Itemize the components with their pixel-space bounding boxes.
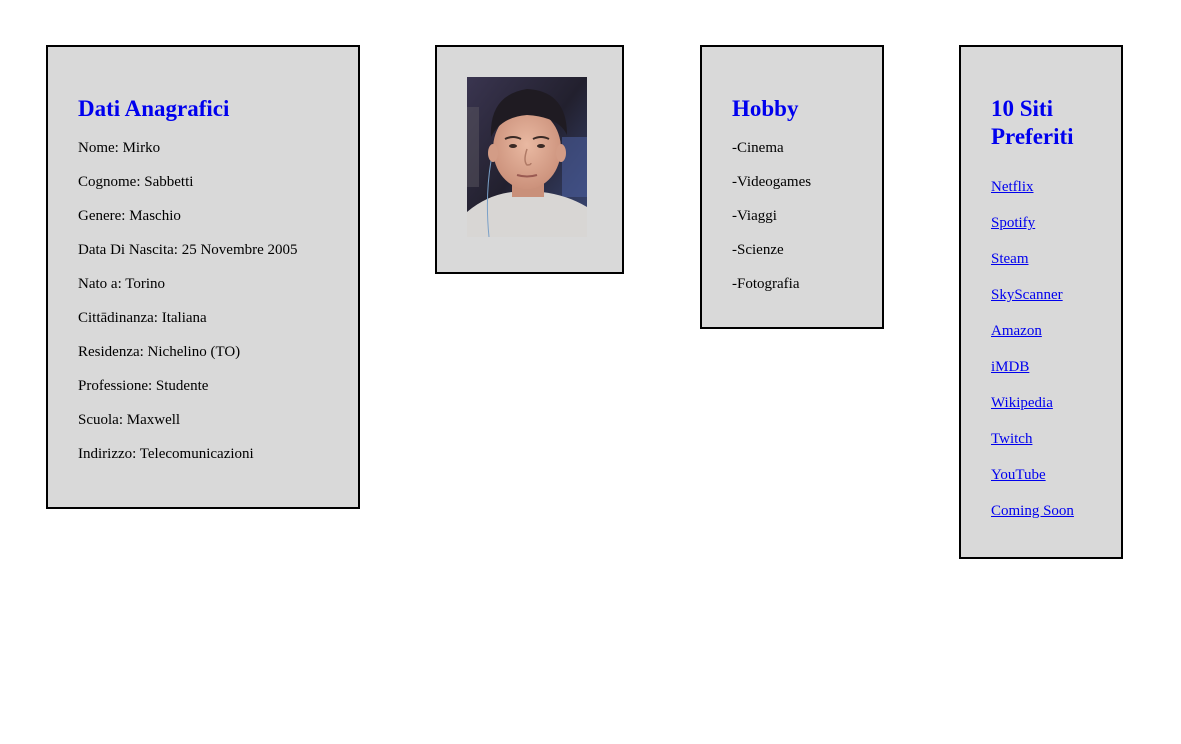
favorite-site-row: Netflix	[991, 178, 1074, 196]
personal-data-birthplace: Nato a: Torino	[78, 276, 165, 292]
link-netflix[interactable]: Netflix	[991, 178, 1034, 196]
link-coming-soon[interactable]: Coming Soon	[991, 502, 1074, 520]
favorite-sites-content: 10 Siti Preferiti Netflix Spotify Steam …	[991, 95, 1074, 520]
link-skyscanner[interactable]: SkyScanner	[991, 286, 1063, 304]
personal-data-content: Dati Anagrafici Nome: Mirko Cognome: Sab…	[78, 95, 298, 463]
favorite-site-row: SkyScanner	[991, 286, 1074, 304]
personal-data-gender: Genere: Maschio	[78, 208, 181, 224]
personal-data-school: Scuola: Maxwell	[78, 412, 181, 428]
link-imdb[interactable]: iMDB	[991, 358, 1029, 376]
favorite-site-row: Amazon	[991, 322, 1074, 340]
link-wikipedia[interactable]: Wikipedia	[991, 394, 1053, 412]
hobby-content: Hobby -Cinema -Videogames -Viaggi -Scien…	[732, 95, 811, 293]
favorite-site-row: Spotify	[991, 214, 1074, 232]
favorite-sites-title: 10 Siti Preferiti	[991, 95, 1074, 151]
link-steam[interactable]: Steam	[991, 250, 1029, 268]
link-youtube[interactable]: YouTube	[991, 466, 1046, 484]
hobby-title: Hobby	[732, 96, 799, 121]
personal-data-title: Dati Anagrafici	[78, 96, 230, 121]
personal-data-citizenship: Cittādinanza: Italiana	[78, 310, 207, 326]
favorite-sites-card: 10 Siti Preferiti Netflix Spotify Steam …	[959, 45, 1123, 559]
personal-data-card: Dati Anagrafici Nome: Mirko Cognome: Sab…	[46, 45, 360, 509]
photo-card	[435, 45, 624, 274]
personal-data-residence: Residenza: Nichelino (TO)	[78, 344, 241, 360]
hobby-item: -Fotografia	[732, 276, 800, 292]
link-twitch[interactable]: Twitch	[991, 430, 1032, 448]
favorite-sites-title-line2: Preferiti	[991, 124, 1074, 149]
favorite-sites-title-line1: 10 Siti	[991, 96, 1053, 121]
personal-data-profession: Professione: Studente	[78, 378, 209, 394]
personal-data-field: Indirizzo: Telecomunicazioni	[78, 446, 254, 462]
hobby-item: -Videogames	[732, 174, 812, 190]
link-spotify[interactable]: Spotify	[991, 214, 1035, 232]
favorite-site-row: Twitch	[991, 430, 1074, 448]
personal-data-name: Nome: Mirko	[78, 140, 161, 156]
profile-photo-illustration	[467, 77, 587, 237]
profile-photo	[467, 77, 587, 237]
hobby-item: -Cinema	[732, 140, 784, 156]
favorite-site-row: Wikipedia	[991, 394, 1074, 412]
hobby-item: -Scienze	[732, 242, 784, 258]
personal-data-birthdate: Data Di Nascita: 25 Novembre 2005	[78, 242, 298, 258]
favorite-site-row: iMDB	[991, 358, 1074, 376]
hobby-item: -Viaggi	[732, 208, 777, 224]
personal-data-surname: Cognome: Sabbetti	[78, 174, 194, 190]
link-amazon[interactable]: Amazon	[991, 322, 1042, 340]
hobby-card: Hobby -Cinema -Videogames -Viaggi -Scien…	[700, 45, 884, 329]
favorite-site-row: YouTube	[991, 466, 1074, 484]
favorite-site-row: Steam	[991, 250, 1074, 268]
favorite-site-row: Coming Soon	[991, 502, 1074, 520]
